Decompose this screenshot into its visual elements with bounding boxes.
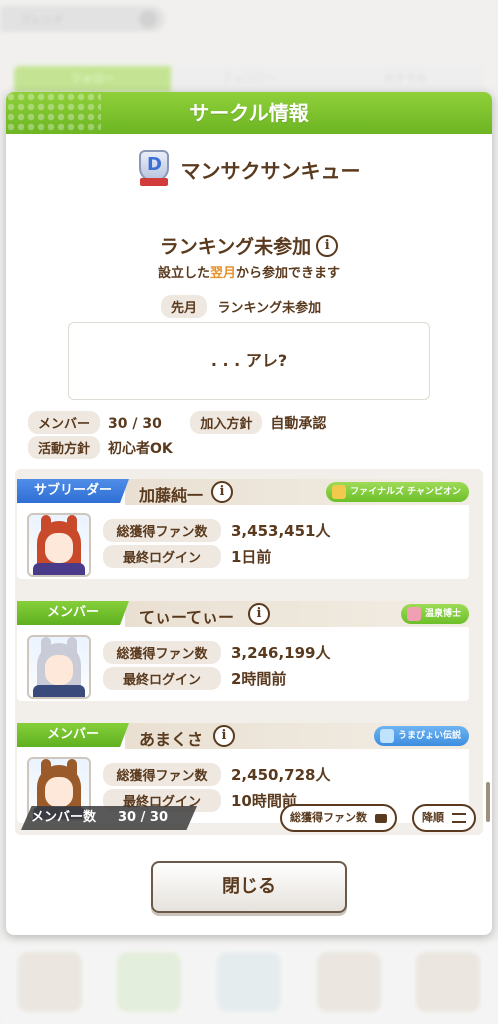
member-info-icon[interactable]: i xyxy=(211,481,233,503)
circle-info-dialog: サークル情報 D マンサクサンキュー ランキング未参加 i 設立した翌月から参加… xyxy=(6,92,492,935)
members-value: 30 / 30 xyxy=(108,416,162,432)
sort-order-button[interactable]: 降順 xyxy=(412,804,476,832)
login-row: 最終ログイン 1日前 xyxy=(103,545,271,568)
last-month-value: ランキング未参加 xyxy=(217,301,322,316)
ranking-status: ランキング未参加 xyxy=(159,236,312,258)
meta-row-1: メンバー 30 / 30 加入方針 自動承認 xyxy=(28,411,350,434)
list-item[interactable]: サブリーダー 加藤純一 i ファイナルズ チャンピオン 総獲得ファン数 3,453… xyxy=(15,469,483,579)
dialog-header: サークル情報 xyxy=(6,92,492,134)
list-item[interactable]: メンバー あまくさ i うまぴょい伝説 総獲得ファン数 2,450,728人 最終… xyxy=(15,713,483,823)
fans-row: 総獲得ファン数 3,453,451人 xyxy=(103,519,330,542)
ranking-subtext: 設立した翌月から参加できます xyxy=(157,266,341,281)
fans-value: 3,453,451人 xyxy=(231,522,331,540)
member-count-value: 30 / 30 xyxy=(118,810,168,825)
avatar[interactable] xyxy=(27,513,91,577)
avatar[interactable] xyxy=(27,635,91,699)
uma-legend-icon xyxy=(379,729,394,743)
role-tag: メンバー xyxy=(17,601,129,625)
circle-rank-letter: D xyxy=(146,154,162,175)
ranking-status-row: ランキング未参加 i xyxy=(6,232,492,259)
title-badge: 温泉博士 xyxy=(400,604,469,624)
circle-name: マンサクサンキュー xyxy=(180,158,361,183)
sort-by-icon xyxy=(374,813,387,823)
circle-name-row: D マンサクサンキュー xyxy=(6,150,492,188)
ranking-subtext-highlight: 翌月 xyxy=(209,266,236,281)
last-month-row: 先月 ランキング未参加 xyxy=(161,295,321,318)
fans-value: 3,246,199人 xyxy=(231,644,331,662)
member-name: 加藤純一 xyxy=(139,486,204,505)
title-badge: ファイナルズ チャンピオン xyxy=(326,482,469,502)
member-list[interactable]: サブリーダー 加藤純一 i ファイナルズ チャンピオン 総獲得ファン数 3,453… xyxy=(15,469,483,835)
activity-label: 活動方針 xyxy=(28,436,101,459)
member-list-scrollbar[interactable] xyxy=(486,782,490,822)
member-name: てぃーてぃー xyxy=(139,608,235,627)
member-name: あまくさ xyxy=(139,730,204,749)
onsen-icon xyxy=(406,607,421,621)
role-tag: メンバー xyxy=(17,723,129,747)
role-tag: サブリーダー xyxy=(17,479,129,503)
members-label: メンバー xyxy=(28,411,101,434)
member-count-bar: メンバー数 30 / 30 xyxy=(21,806,197,830)
circle-comment: . . . アレ? xyxy=(68,322,430,400)
last-login-value: 2時間前 xyxy=(231,670,287,688)
fans-value: 2,450,728人 xyxy=(231,766,331,784)
list-item[interactable]: メンバー てぃーてぃー i 温泉博士 総獲得ファン数 3,246,199人 最終ロ… xyxy=(15,591,483,701)
fans-row: 総獲得ファン数 2,450,728人 xyxy=(103,763,330,786)
last-login-value: 1日前 xyxy=(231,548,272,566)
member-count-label: メンバー数 xyxy=(31,810,97,825)
member-info-icon[interactable]: i xyxy=(248,603,270,625)
join-policy-label: 加入方針 xyxy=(190,411,263,434)
close-button[interactable]: 閉じる xyxy=(151,861,347,913)
meta-row-2: 活動方針 初心者OK xyxy=(28,436,197,459)
fans-row: 総獲得ファン数 3,246,199人 xyxy=(103,641,330,664)
join-policy-value: 自動承認 xyxy=(270,416,327,432)
title-badge: うまぴょい伝説 xyxy=(373,726,469,746)
login-row: 最終ログイン 2時間前 xyxy=(103,667,286,690)
member-info-icon[interactable]: i xyxy=(213,725,235,747)
trophy-icon xyxy=(332,485,347,499)
activity-value: 初心者OK xyxy=(108,441,173,457)
circle-rank-badge-icon: D xyxy=(137,150,171,188)
ranking-info-icon[interactable]: i xyxy=(316,234,339,257)
last-month-label: 先月 xyxy=(161,295,208,318)
sort-order-icon xyxy=(451,813,466,823)
dialog-title: サークル情報 xyxy=(189,101,309,125)
sort-by-button[interactable]: 総獲得ファン数 xyxy=(280,804,397,832)
